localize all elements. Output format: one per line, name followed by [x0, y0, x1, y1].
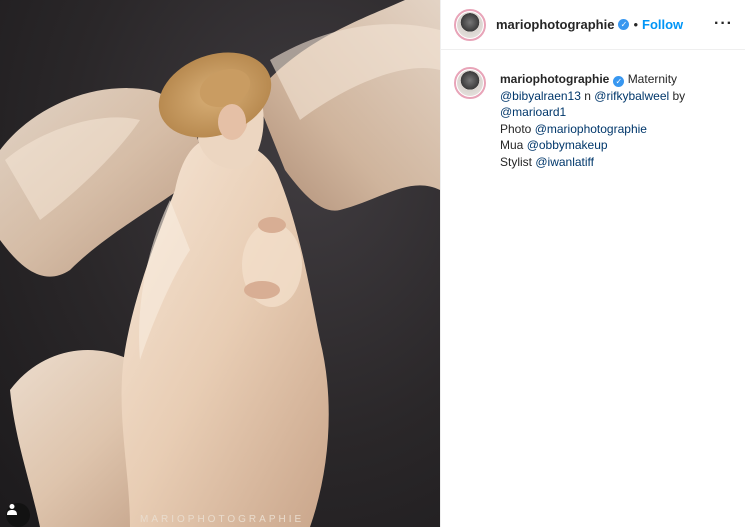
caption-connector: n — [584, 88, 591, 103]
mention-link[interactable]: @mariophotographie — [535, 122, 647, 136]
more-options-icon[interactable]: ··· — [714, 15, 733, 33]
post-side-panel: mariophotographie ✓ • Follow ··· marioph… — [440, 0, 745, 527]
panel-divider — [440, 0, 441, 527]
header-user-block: mariophotographie ✓ • Follow — [496, 17, 683, 32]
caption-photo-label: Photo — [500, 121, 532, 136]
verified-badge-icon: ✓ — [618, 19, 630, 30]
caption-avatar[interactable] — [454, 67, 486, 99]
caption-by: by — [672, 88, 686, 103]
caption-mua-label: Mua — [500, 138, 524, 152]
user-tag-button[interactable] — [6, 503, 30, 527]
photo-watermark: MARIOPHOTOGRAPHIE — [140, 514, 305, 525]
caption-row: mariophotographie ✓ Maternity @bibyalraen… — [454, 67, 730, 170]
verified-badge-icon: ✓ — [613, 76, 625, 87]
mention-link[interactable]: @obbymakeup — [527, 138, 608, 152]
post-photo[interactable]: MARIOPHOTOGRAPHIE — [0, 0, 440, 527]
post-caption: mariophotographie ✓ Maternity @bibyalraen… — [500, 71, 730, 170]
post-header: mariophotographie ✓ • Follow ··· — [440, 0, 745, 50]
person-icon — [7, 504, 17, 515]
mention-link[interactable]: @marioard1 — [500, 105, 566, 119]
mention-link[interactable]: @iwanlatiff — [535, 155, 594, 169]
avatar[interactable] — [454, 8, 486, 41]
caption-stylist-label: Stylist — [500, 154, 533, 169]
caption-username[interactable]: mariophotographie — [500, 72, 609, 86]
mention-link[interactable]: @rifkybalweel — [594, 89, 669, 103]
header-username[interactable]: mariophotographie — [496, 17, 614, 32]
caption-text: Maternity — [627, 72, 678, 86]
follow-button[interactable]: Follow — [642, 17, 683, 32]
maternity-photo-illustration — [0, 0, 440, 527]
header-separator: • — [633, 17, 639, 32]
mention-link[interactable]: @bibyalraen13 — [500, 89, 581, 103]
